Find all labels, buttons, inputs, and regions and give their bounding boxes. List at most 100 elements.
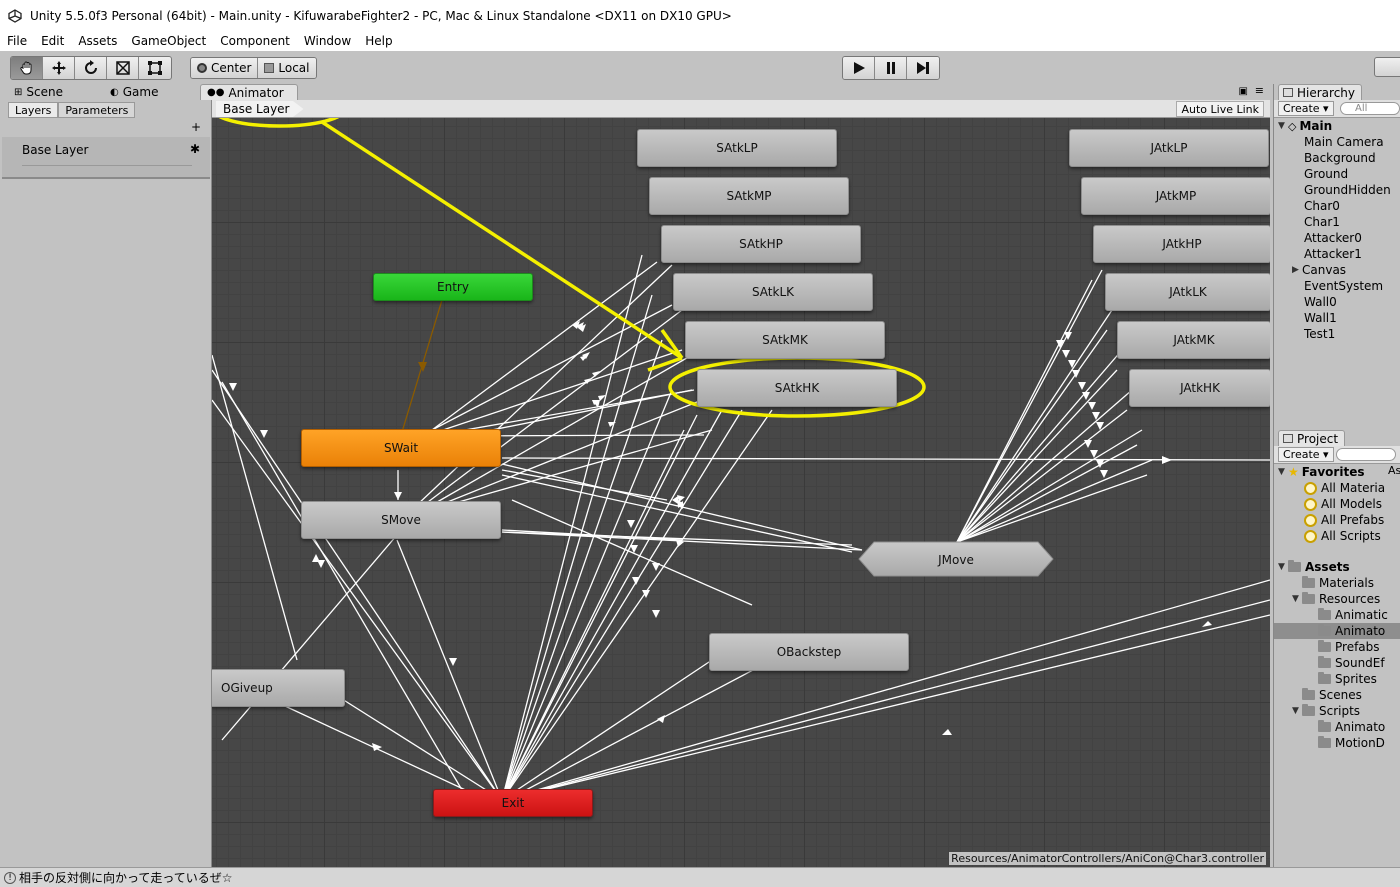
- expand-arrow-icon[interactable]: ▶: [1292, 265, 1302, 275]
- tab-game[interactable]: ◐ Game: [104, 84, 164, 100]
- asset-folder[interactable]: SoundEf: [1318, 655, 1385, 671]
- expand-arrow-icon[interactable]: ▼: [1278, 467, 1288, 477]
- hierarchy-item[interactable]: Wall1: [1304, 310, 1337, 326]
- hand-tool-button[interactable]: [11, 57, 43, 79]
- state-entry[interactable]: Entry: [373, 273, 533, 301]
- menu-assets[interactable]: Assets: [71, 34, 124, 48]
- breadcrumb[interactable]: Base Layer: [216, 101, 304, 117]
- state-exit[interactable]: Exit: [433, 789, 593, 817]
- asset-folder[interactable]: Sprites: [1318, 671, 1377, 687]
- lock-icon[interactable]: ▣: [1239, 86, 1248, 97]
- project-favorites[interactable]: ▼ ★ Favorites: [1278, 464, 1364, 480]
- folder-icon: [1318, 720, 1331, 732]
- gear-icon[interactable]: ✱: [190, 142, 200, 156]
- state-jatkhp[interactable]: JAtkHP: [1093, 225, 1270, 263]
- state-jmove[interactable]: JMove: [858, 541, 1054, 579]
- expand-arrow-icon[interactable]: ▼: [1292, 594, 1302, 604]
- state-satkmp[interactable]: SAtkMP: [649, 177, 849, 215]
- project-assets[interactable]: ▼ Assets: [1278, 559, 1350, 575]
- tab-hierarchy[interactable]: Hierarchy: [1278, 84, 1363, 100]
- hierarchy-item[interactable]: Wall0: [1304, 294, 1337, 310]
- state-satklk[interactable]: SAtkLK: [673, 273, 873, 311]
- hierarchy-item[interactable]: Char0: [1304, 198, 1340, 214]
- favorite-item[interactable]: All Prefabs: [1304, 512, 1384, 528]
- hierarchy-search-input[interactable]: All: [1340, 102, 1400, 115]
- asset-folder-selected[interactable]: Animato: [1274, 623, 1400, 639]
- layer-item-base-layer[interactable]: Base Layer ✱: [2, 137, 210, 179]
- state-jatklp[interactable]: JAtkLP: [1069, 129, 1269, 167]
- favorite-item[interactable]: All Scripts: [1304, 528, 1381, 544]
- pivot-local-button[interactable]: Local: [257, 58, 316, 78]
- favorite-item[interactable]: All Models: [1304, 496, 1382, 512]
- hand-icon: [19, 61, 31, 75]
- asset-folder[interactable]: Prefabs: [1318, 639, 1380, 655]
- asset-folder[interactable]: Scenes: [1302, 687, 1362, 703]
- hierarchy-item[interactable]: Attacker1: [1304, 246, 1362, 262]
- hierarchy-item[interactable]: Attacker0: [1304, 230, 1362, 246]
- tab-scene[interactable]: ⊞ Scene: [8, 84, 69, 100]
- asset-folder[interactable]: ▼ Scripts: [1292, 703, 1360, 719]
- tab-project[interactable]: Project: [1278, 430, 1346, 446]
- state-swait[interactable]: SWait: [301, 429, 501, 467]
- hierarchy-item-canvas[interactable]: ▶ Canvas: [1292, 262, 1346, 278]
- menu-component[interactable]: Component: [213, 34, 297, 48]
- hierarchy-item[interactable]: Main Camera: [1304, 134, 1384, 150]
- hierarchy-item[interactable]: Char1: [1304, 214, 1340, 230]
- tab-animator[interactable]: ●● Animator: [200, 84, 298, 100]
- favorite-item[interactable]: All Materia: [1304, 480, 1385, 496]
- menu-file[interactable]: File: [0, 34, 34, 48]
- hierarchy-root-main[interactable]: ▼ ◇ Main: [1278, 118, 1332, 134]
- pivot-center-button[interactable]: Center: [191, 58, 258, 78]
- tab-menu-icon[interactable]: ≡: [1255, 84, 1264, 97]
- asset-folder[interactable]: Animato: [1318, 719, 1385, 735]
- rect-tool-button[interactable]: [139, 57, 171, 79]
- expand-arrow-icon[interactable]: ▼: [1292, 706, 1302, 716]
- state-satkmk[interactable]: SAtkMK: [685, 321, 885, 359]
- asset-folder[interactable]: ▼ Resources: [1292, 591, 1380, 607]
- scale-tool-button[interactable]: [107, 57, 139, 79]
- hierarchy-item[interactable]: Background: [1304, 150, 1376, 166]
- move-tool-button[interactable]: [43, 57, 75, 79]
- hierarchy-create-button[interactable]: Create ▾: [1278, 101, 1334, 116]
- state-ogiveup[interactable]: OGiveup: [212, 669, 345, 707]
- animator-graph[interactable]: Base Layer Auto Live Link SAtkLP SAtkMP …: [212, 100, 1270, 867]
- tab-layers[interactable]: Layers: [8, 102, 59, 118]
- menu-edit[interactable]: Edit: [34, 34, 71, 48]
- project-search-input[interactable]: [1336, 448, 1396, 461]
- play-button[interactable]: [843, 57, 875, 79]
- menu-help[interactable]: Help: [358, 34, 399, 48]
- state-smove[interactable]: SMove: [301, 501, 501, 539]
- step-button[interactable]: [907, 57, 939, 79]
- state-jatkmp[interactable]: JAtkMP: [1081, 177, 1270, 215]
- asset-folder[interactable]: Animatic: [1318, 607, 1388, 623]
- move-icon: [51, 61, 66, 75]
- state-jatkhk[interactable]: JAtkHK: [1129, 369, 1270, 407]
- tab-parameters[interactable]: Parameters: [58, 102, 136, 118]
- auto-live-link-button[interactable]: Auto Live Link: [1176, 101, 1264, 117]
- pause-button[interactable]: [875, 57, 907, 79]
- rotate-tool-button[interactable]: [75, 57, 107, 79]
- expand-arrow-icon[interactable]: ▼: [1278, 562, 1288, 572]
- project-create-button[interactable]: Create ▾: [1278, 447, 1334, 462]
- hierarchy-item[interactable]: Ground: [1304, 166, 1348, 182]
- status-message[interactable]: 相手の反対側に向かって走っているぜ☆: [19, 869, 233, 886]
- asset-folder[interactable]: MotionD: [1318, 735, 1385, 751]
- rect-icon: [148, 61, 162, 75]
- hierarchy-item[interactable]: EventSystem: [1304, 278, 1383, 294]
- state-satkhp[interactable]: SAtkHP: [661, 225, 861, 263]
- state-jatkmk[interactable]: JAtkMK: [1117, 321, 1270, 359]
- layers-panel-tabs: Layers Parameters: [8, 102, 136, 118]
- hierarchy-item[interactable]: GroundHidden: [1304, 182, 1391, 198]
- state-jatklk[interactable]: JAtkLK: [1105, 273, 1270, 311]
- asset-folder[interactable]: Materials: [1302, 575, 1374, 591]
- menu-gameobject[interactable]: GameObject: [124, 34, 213, 48]
- state-obackstep[interactable]: OBackstep: [709, 633, 909, 671]
- pivot-local-label: Local: [278, 61, 310, 75]
- state-satkhk[interactable]: SAtkHK: [697, 369, 897, 407]
- add-layer-button[interactable]: +: [191, 120, 201, 134]
- expand-arrow-icon[interactable]: ▼: [1278, 121, 1288, 131]
- hierarchy-item[interactable]: Test1: [1304, 326, 1335, 342]
- state-satklp[interactable]: SAtkLP: [637, 129, 837, 167]
- collab-button[interactable]: [1374, 57, 1400, 77]
- menu-window[interactable]: Window: [297, 34, 358, 48]
